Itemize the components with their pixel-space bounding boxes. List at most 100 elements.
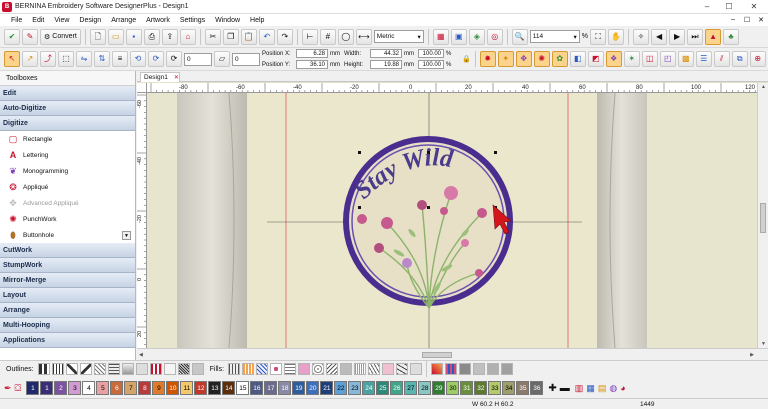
zoom-select[interactable]: 114 ▾ [529, 30, 580, 43]
fill-fancy-icon[interactable] [284, 363, 297, 375]
fill-contour-icon[interactable] [368, 363, 381, 375]
fill-blackwork-icon[interactable] [340, 363, 353, 375]
check-icon[interactable]: ✔ [4, 28, 20, 45]
last-icon[interactable]: ⏭ [687, 28, 704, 45]
color-swatch[interactable]: 25 [376, 381, 390, 395]
new-file-icon[interactable]: 🗋 [89, 28, 106, 45]
flip-icon[interactable]: ⇋ [76, 51, 92, 67]
previous-icon[interactable]: ◀ [651, 28, 668, 45]
doc-minimize-button[interactable]: – [726, 16, 740, 24]
color-sort-icon[interactable]: ◍ [609, 383, 617, 394]
fill-wave-icon[interactable] [396, 363, 409, 375]
color-swatch[interactable]: 24 [362, 381, 376, 395]
redo-icon[interactable]: ↷ [276, 28, 293, 45]
category-arrange[interactable]: Arrange [0, 303, 135, 318]
undo-icon[interactable]: ↶ [258, 28, 275, 45]
thread-chart-icon[interactable]: ▥ [575, 383, 584, 394]
color-swatch[interactable]: 11 [180, 381, 194, 395]
menu-edit[interactable]: Edit [27, 17, 49, 24]
stitch-type-satin-icon[interactable]: ✹ [479, 51, 496, 67]
thread-colors-icon[interactable]: ▦ [586, 383, 595, 394]
horizontal-scroll-thumb[interactable] [422, 352, 452, 358]
tree-icon[interactable]: ♣ [723, 28, 740, 45]
close-icon[interactable]: ✕ [174, 74, 179, 82]
remove-color-icon[interactable]: ▬ [560, 383, 570, 394]
skew-icon[interactable]: ▱ [214, 51, 230, 67]
pen-icon[interactable]: ✎ [22, 28, 38, 45]
reshape-icon[interactable]: ↗ [22, 51, 38, 67]
outline-stemstitch-icon[interactable] [107, 363, 120, 375]
design-canvas[interactable]: Stay Wild [147, 93, 757, 348]
outline-backstitch-icon[interactable] [93, 363, 106, 375]
select-arrow-icon[interactable]: ↖ [4, 51, 20, 67]
color-swatch[interactable]: 31 [460, 381, 474, 395]
scroll-left-icon[interactable]: ◀ [139, 352, 143, 358]
color-swatch[interactable]: 15 [236, 381, 250, 395]
menu-window[interactable]: Window [210, 17, 245, 24]
skew-angle-input[interactable]: 0 [232, 52, 260, 66]
next-icon[interactable]: ▶ [669, 28, 686, 45]
convert-button[interactable]: ⚙ Convert [40, 28, 81, 45]
fill-none-icon[interactable] [410, 363, 423, 375]
color-swatch[interactable]: 36 [530, 381, 544, 395]
close-button[interactable]: ✕ [740, 0, 768, 14]
transform-icon[interactable]: ⬚ [58, 51, 74, 67]
color-swatch[interactable]: 1 [40, 381, 54, 395]
tool-punchwork[interactable]: ✺ PunchWork [0, 211, 135, 227]
outline-sculpture-icon[interactable] [149, 363, 162, 375]
outline-running-icon[interactable] [37, 363, 50, 375]
color-swatch[interactable]: 17 [264, 381, 278, 395]
paste-icon[interactable]: 📋 [240, 28, 257, 45]
position-y-input[interactable]: 36.10 [296, 60, 328, 69]
outline-none-icon[interactable] [163, 363, 176, 375]
category-mirror-merge[interactable]: Mirror-Merge [0, 273, 135, 288]
color-swatch[interactable]: 9 [152, 381, 166, 395]
color-swatch[interactable]: 34 [502, 381, 516, 395]
align-icon[interactable]: ≡ [112, 51, 128, 67]
measure-icon[interactable]: ⟷ [355, 28, 372, 45]
appliqué-fabric-icon[interactable]: ▩ [677, 51, 694, 67]
width-input[interactable]: 44.32 [370, 49, 402, 58]
grid-icon[interactable]: # [319, 28, 336, 45]
fill-cross-icon[interactable] [312, 363, 325, 375]
menu-help[interactable]: Help [245, 17, 269, 24]
category-auto-digitize[interactable]: Auto-Digitize [0, 101, 135, 116]
category-applications[interactable]: Applications [0, 333, 135, 348]
color-swatch[interactable]: 3 [68, 381, 82, 395]
show-stitches-icon[interactable]: ▦ [432, 28, 449, 45]
magic-wand-icon[interactable]: ✧ [633, 28, 650, 45]
effect-holes-icon[interactable] [501, 363, 514, 375]
tab-design1[interactable]: Design1 ✕ [140, 72, 180, 82]
color-swatch[interactable]: 32 [474, 381, 488, 395]
zoom-fit-icon[interactable]: ⛶ [590, 28, 607, 45]
break-apart-icon[interactable]: ⧉ [731, 51, 748, 67]
export-icon[interactable]: ⇪ [161, 28, 178, 45]
color-swatch[interactable]: 30 [446, 381, 460, 395]
zoom-icon[interactable]: 🔍 [511, 28, 528, 45]
ruler-icon[interactable]: ⊢ [301, 28, 318, 45]
menu-design[interactable]: Design [74, 17, 106, 24]
cut-icon[interactable]: ✂ [204, 28, 221, 45]
color-swatch[interactable]: 1 [26, 381, 40, 395]
show-hoop-icon[interactable]: ◎ [486, 28, 503, 45]
outline-candlewick-icon[interactable] [191, 363, 204, 375]
tool-buttonhole[interactable]: ⬮ Buttonhole [0, 227, 135, 243]
paint-bucket-icon[interactable]: ⛋ [15, 383, 22, 394]
height-percent-input[interactable]: 100.00 [418, 60, 444, 69]
outline-motif-icon[interactable] [121, 363, 134, 375]
color-swatch[interactable]: 21 [320, 381, 334, 395]
eyedropper-icon[interactable]: ✒ [4, 383, 12, 394]
outline-raised-icon[interactable] [135, 363, 148, 375]
category-layout[interactable]: Layout [0, 288, 135, 303]
scroll-down-icon[interactable]: ▼ [761, 341, 766, 347]
stitch-angle-icon[interactable]: ⫽ [713, 51, 730, 67]
trapunto-icon[interactable]: ❖ [605, 51, 622, 67]
vertical-scrollbar[interactable]: ▲ ▼ [757, 83, 768, 348]
scroll-up-icon[interactable]: ▲ [761, 84, 766, 90]
fill-radial-icon[interactable] [354, 363, 367, 375]
tool-applique[interactable]: ❂ Appliqué [0, 179, 135, 195]
effect-color-blend-icon[interactable] [431, 363, 444, 375]
gradient-icon[interactable]: ◩ [587, 51, 604, 67]
color-swatch[interactable]: 20 [306, 381, 320, 395]
fill-pattern-icon[interactable] [270, 363, 283, 375]
